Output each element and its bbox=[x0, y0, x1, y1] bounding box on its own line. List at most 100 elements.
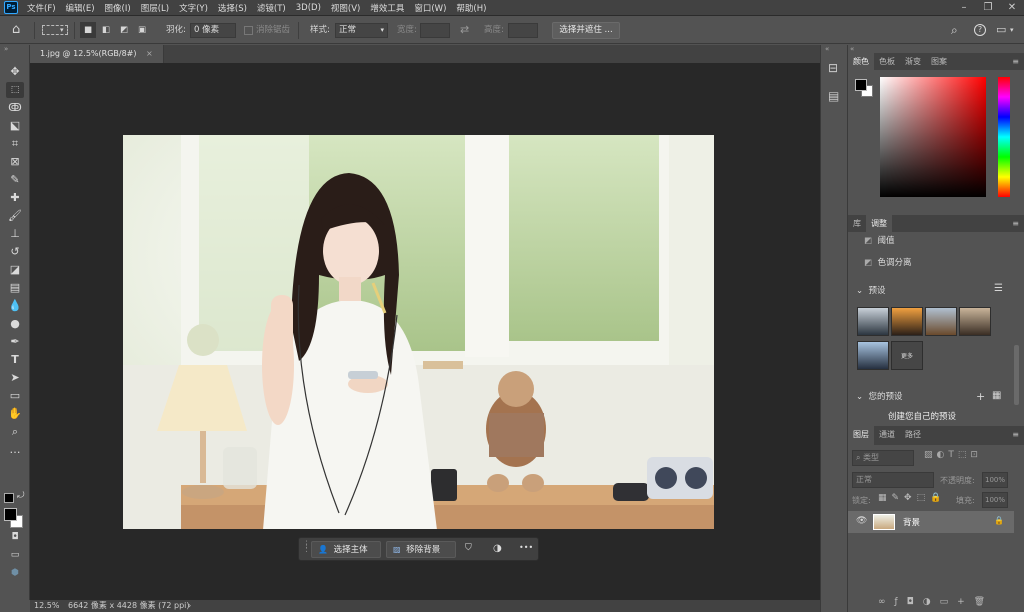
list-view-icon[interactable]: ☰ bbox=[994, 283, 1003, 294]
presets-header[interactable]: ⌄ 预设 bbox=[848, 282, 1014, 300]
share-icon[interactable]: ⬢ bbox=[6, 565, 24, 581]
preset-thumb[interactable] bbox=[857, 307, 889, 336]
search-icon[interactable]: ⌕ bbox=[951, 22, 958, 38]
color-field[interactable] bbox=[880, 77, 986, 197]
history-icon[interactable]: ▤ bbox=[828, 89, 839, 103]
quick-mask-icon[interactable]: ◘ bbox=[6, 529, 24, 545]
tab-color[interactable]: 颜色 bbox=[848, 53, 874, 70]
help-icon[interactable]: ? bbox=[974, 24, 986, 36]
adjust-item-threshold[interactable]: ◩ 阈值 bbox=[848, 232, 1014, 250]
feather-input[interactable]: 0 像素 bbox=[190, 23, 236, 38]
add-preset-icon[interactable]: + bbox=[976, 390, 985, 403]
rectangle-tool-icon[interactable]: ▭ bbox=[6, 388, 24, 404]
menu-select[interactable]: 选择(S) bbox=[213, 2, 252, 14]
menu-file[interactable]: 文件(F) bbox=[22, 2, 61, 14]
blur-tool-icon[interactable]: 💧 bbox=[6, 298, 24, 314]
adjust-scrollbar[interactable] bbox=[1014, 345, 1019, 405]
panel-menu-icon[interactable]: ≡ bbox=[1007, 426, 1024, 445]
tab-layers[interactable]: 图层 bbox=[848, 426, 874, 445]
tab-swatches[interactable]: 色板 bbox=[874, 53, 900, 70]
menu-plugins[interactable]: 增效工具 bbox=[365, 2, 409, 14]
close-tab-icon[interactable]: × bbox=[146, 49, 153, 58]
adjust-item-posterize[interactable]: ◩ 色调分离 bbox=[848, 254, 1014, 272]
menu-edit[interactable]: 编辑(E) bbox=[61, 2, 100, 14]
home-icon[interactable]: ⌂ bbox=[12, 22, 20, 38]
preset-thumb[interactable] bbox=[925, 307, 957, 336]
layer-filter-select[interactable]: ⌕ 类型 bbox=[852, 450, 914, 466]
menu-3d[interactable]: 3D(D) bbox=[291, 3, 326, 13]
tab-channels[interactable]: 通道 bbox=[874, 426, 900, 445]
workspace-icon[interactable]: ▭ bbox=[996, 22, 1006, 38]
adjust-icon[interactable]: ◑ bbox=[493, 543, 502, 554]
properties-icon[interactable]: ⊟ bbox=[828, 61, 838, 75]
object-select-tool-icon[interactable]: ⬕ bbox=[6, 118, 24, 134]
document-tab[interactable]: 1.jpg @ 12.5%(RGB/8#) × bbox=[30, 45, 164, 63]
menu-filter[interactable]: 滤镜(T) bbox=[252, 2, 291, 14]
preset-thumb[interactable] bbox=[959, 307, 991, 336]
history-brush-tool-icon[interactable]: ↺ bbox=[6, 244, 24, 260]
color-fg-swatch[interactable] bbox=[855, 79, 867, 91]
chevron-down-icon[interactable]: ▾ bbox=[1010, 22, 1014, 38]
opacity-input[interactable]: 100% bbox=[982, 472, 1008, 488]
select-and-mask-button[interactable]: 选择并遮住 ... bbox=[552, 22, 620, 39]
tab-patterns[interactable]: 图案 bbox=[926, 53, 952, 70]
chevron-down-icon[interactable]: ▾ bbox=[60, 22, 64, 38]
menu-type[interactable]: 文字(Y) bbox=[174, 2, 213, 14]
healing-brush-tool-icon[interactable]: ✚ bbox=[6, 190, 24, 206]
preset-thumb[interactable] bbox=[891, 307, 923, 336]
dodge-tool-icon[interactable]: ● bbox=[6, 316, 24, 332]
width-input[interactable] bbox=[420, 23, 450, 38]
pen-tool-icon[interactable]: ✒ bbox=[6, 334, 24, 350]
height-input[interactable] bbox=[508, 23, 538, 38]
layer-row-background[interactable]: 👁 背景 🔒 bbox=[848, 511, 1014, 533]
more-presets-button[interactable]: 更多 bbox=[891, 341, 923, 370]
zoom-level[interactable]: 12.5% bbox=[34, 600, 59, 612]
intersect-selection-icon[interactable]: ▣ bbox=[134, 22, 150, 38]
close-window-icon[interactable]: ✕ bbox=[1000, 0, 1024, 16]
mini-default-colors-icon[interactable] bbox=[4, 493, 14, 503]
swap-colors-icon[interactable]: ⤾ bbox=[17, 491, 25, 501]
restore-icon[interactable]: ❐ bbox=[976, 0, 1000, 16]
transform-icon[interactable]: ⛉ bbox=[465, 543, 472, 553]
hand-tool-icon[interactable]: ✋ bbox=[6, 406, 24, 422]
type-tool-icon[interactable]: T bbox=[6, 352, 24, 368]
move-tool-icon[interactable]: ✥ bbox=[6, 64, 24, 80]
path-select-tool-icon[interactable]: ➤ bbox=[6, 370, 24, 386]
gradient-tool-icon[interactable]: ▤ bbox=[6, 280, 24, 296]
clone-stamp-tool-icon[interactable]: ⊥ bbox=[6, 226, 24, 242]
layer-action-icons[interactable]: ∞ƒ◘◑▭+🗑 bbox=[878, 597, 994, 607]
menu-help[interactable]: 帮助(H) bbox=[451, 2, 491, 14]
your-presets-header[interactable]: ⌄ 您的预设 bbox=[848, 388, 1014, 406]
swap-icon[interactable]: ⇄ bbox=[460, 22, 469, 38]
fill-input[interactable]: 100% bbox=[982, 492, 1008, 508]
tab-paths[interactable]: 路径 bbox=[900, 426, 926, 445]
add-selection-icon[interactable]: ◧ bbox=[98, 22, 114, 38]
collapse-dock-icon[interactable]: « bbox=[850, 45, 854, 53]
new-selection-icon[interactable]: ■ bbox=[80, 22, 96, 38]
status-menu-arrow[interactable]: › bbox=[188, 600, 191, 612]
layer-name[interactable]: 背景 bbox=[903, 516, 920, 528]
menu-image[interactable]: 图像(I) bbox=[100, 2, 136, 14]
menu-window[interactable]: 窗口(W) bbox=[409, 2, 451, 14]
hue-slider[interactable] bbox=[998, 77, 1010, 197]
lock-icons[interactable]: ▦✎✥⬚🔒 bbox=[878, 493, 946, 503]
eye-visibility-icon[interactable]: 👁 bbox=[856, 516, 867, 526]
drag-handle-icon[interactable]: ⋮ ⋮ bbox=[302, 541, 311, 554]
crop-tool-icon[interactable]: ⌗ bbox=[6, 136, 24, 152]
eraser-tool-icon[interactable]: ◪ bbox=[6, 262, 24, 278]
collapse-toolbar-icon[interactable]: » bbox=[4, 45, 8, 53]
rect-marquee-tool-icon[interactable]: ⬚ bbox=[6, 82, 24, 98]
antialias-checkbox[interactable] bbox=[244, 26, 253, 35]
preset-thumb[interactable] bbox=[857, 341, 889, 370]
tab-adjustments[interactable]: 调整 bbox=[866, 215, 892, 232]
eyedropper-tool-icon[interactable]: ✎ bbox=[6, 172, 24, 188]
frame-tool-icon[interactable]: ⊠ bbox=[6, 154, 24, 170]
foreground-color-swatch[interactable] bbox=[4, 508, 17, 521]
subtract-selection-icon[interactable]: ◩ bbox=[116, 22, 132, 38]
select-subject-button[interactable]: 👤 选择主体 bbox=[311, 541, 381, 558]
more-tools-icon[interactable]: … bbox=[6, 442, 24, 458]
tab-gradients[interactable]: 渐变 bbox=[900, 53, 926, 70]
screen-mode-icon[interactable]: ▭ bbox=[6, 547, 24, 563]
document-image[interactable] bbox=[123, 135, 714, 529]
menu-layer[interactable]: 图层(L) bbox=[136, 2, 174, 14]
